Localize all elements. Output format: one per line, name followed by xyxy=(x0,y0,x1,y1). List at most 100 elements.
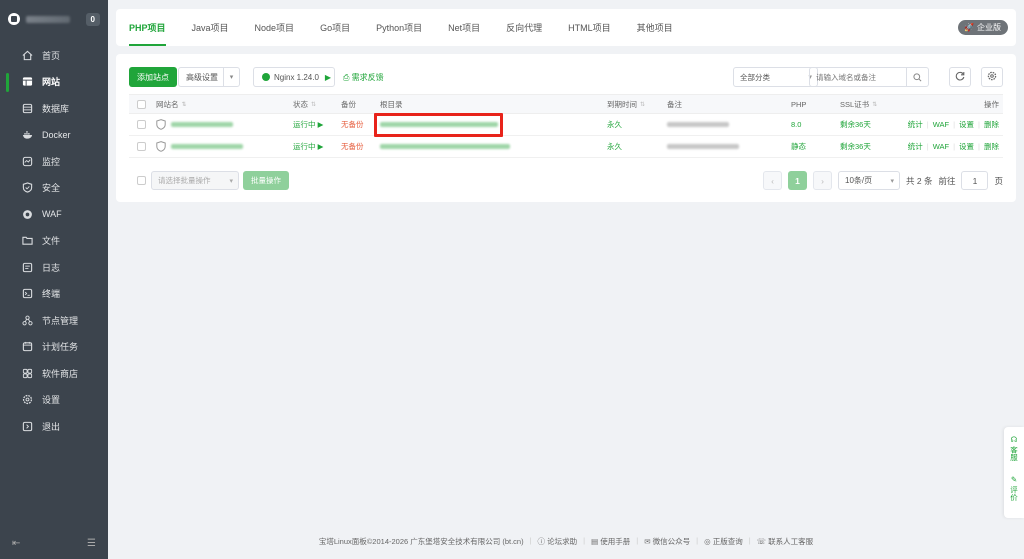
tab-php[interactable]: PHP项目 xyxy=(129,9,166,46)
sidebar-item-security[interactable]: 安全 xyxy=(0,175,108,202)
stats-link[interactable]: 统计 xyxy=(908,141,923,152)
tab-net[interactable]: Net项目 xyxy=(448,9,480,46)
category-select[interactable]: 全部分类 ▾ xyxy=(733,67,818,87)
select-all-checkbox[interactable] xyxy=(137,99,146,109)
site-name-blurred[interactable] xyxy=(171,144,243,149)
php-version-cell[interactable]: 8.0 xyxy=(791,114,801,135)
chevron-down-icon: ▾ xyxy=(890,177,895,185)
sidebar-item-logout[interactable]: 退出 xyxy=(0,413,108,440)
customer-service-button[interactable]: ☊ 客服 xyxy=(1010,435,1019,461)
add-site-button[interactable]: 添加站点 xyxy=(129,67,177,87)
notification-badge[interactable]: 0 xyxy=(85,12,100,26)
sidebar-header: 0 xyxy=(0,0,108,38)
settings-link[interactable]: 设置 xyxy=(959,119,974,130)
bt-logo-icon xyxy=(8,13,20,25)
batch-operation-select[interactable]: 请选择批量操作 ▾ xyxy=(151,171,239,190)
php-version-cell[interactable]: 静态 xyxy=(791,136,806,157)
tab-python[interactable]: Python项目 xyxy=(376,9,422,46)
waf-link[interactable]: WAF xyxy=(933,142,949,151)
current-page[interactable]: 1 xyxy=(788,171,808,190)
tab-node[interactable]: Node项目 xyxy=(255,9,295,46)
expire-cell[interactable]: 永久 xyxy=(607,114,622,135)
header-root: 根目录 xyxy=(380,99,403,109)
tab-reverse-proxy[interactable]: 反向代理 xyxy=(506,9,542,46)
expire-cell[interactable]: 永久 xyxy=(607,136,622,157)
license-check-link[interactable]: ◎ 正版查询 xyxy=(704,536,743,547)
advanced-settings-dropdown[interactable]: 高级设置 ▾ xyxy=(178,67,240,87)
prev-page-button[interactable]: ‹ xyxy=(763,171,783,190)
header-name[interactable]: 网站名 ⇅ xyxy=(156,95,187,113)
sidebar-item-waf[interactable]: WAF xyxy=(0,201,108,228)
sidebar-item-monitor[interactable]: 监控 xyxy=(0,148,108,175)
sidebar-item-cron[interactable]: 计划任务 xyxy=(0,334,108,361)
header-expire[interactable]: 到期时间 ⇅ xyxy=(607,95,645,113)
status-cell[interactable]: 运行中 ▶ xyxy=(293,114,323,135)
ops-cell: 统计 | WAF | 设置 | 删除 xyxy=(907,119,999,130)
sidebar-item-terminal[interactable]: 终端 xyxy=(0,281,108,308)
category-label: 全部分类 xyxy=(740,72,770,82)
site-name-cell[interactable] xyxy=(156,114,233,135)
tab-other[interactable]: 其他项目 xyxy=(637,9,673,46)
tab-java[interactable]: Java项目 xyxy=(192,9,229,46)
row-checkbox[interactable] xyxy=(137,120,146,129)
enterprise-badge[interactable]: 🚀 企业版 xyxy=(958,20,1008,35)
menu-list-icon[interactable]: ☰ xyxy=(87,538,96,549)
sidebar-item-store[interactable]: 软件商店 xyxy=(0,360,108,387)
header-ssl[interactable]: SSL证书 ⇅ xyxy=(840,95,877,113)
forum-link[interactable]: ⓘ 论坛求助 xyxy=(538,536,578,547)
header-status[interactable]: 状态 ⇅ xyxy=(293,95,316,113)
status-cell[interactable]: 运行中 ▶ xyxy=(293,136,323,157)
sidebar-item-label: 监控 xyxy=(42,156,61,167)
sidebar-item-website[interactable]: 网站 xyxy=(0,69,108,96)
nginx-version-button[interactable]: Nginx 1.24.0 ▶ xyxy=(253,67,335,87)
ssl-cell[interactable]: 剩余36天 xyxy=(840,136,871,157)
search-icon[interactable] xyxy=(906,68,928,86)
settings-link[interactable]: 设置 xyxy=(959,141,974,152)
site-name-cell[interactable] xyxy=(156,136,243,157)
wechat-link[interactable]: ✉ 微信公众号 xyxy=(644,536,690,547)
ssl-cell[interactable]: 剩余36天 xyxy=(840,114,871,135)
tab-html[interactable]: HTML项目 xyxy=(568,9,611,46)
contact-support-link[interactable]: ☏ 联系人工客服 xyxy=(757,536,813,547)
service-label: 客服 xyxy=(1009,446,1019,461)
feedback-link[interactable]: ⎙ 需求反馈 xyxy=(343,72,384,83)
page-size-select[interactable]: 10条/页 ▾ xyxy=(838,171,901,190)
goto-page-input[interactable]: 1 xyxy=(961,171,989,190)
remark-blurred[interactable] xyxy=(667,122,729,127)
root-dir-blurred[interactable] xyxy=(380,144,510,149)
backup-cell[interactable]: 无备份 xyxy=(341,114,364,135)
sidebar-item-settings[interactable]: 设置 xyxy=(0,387,108,414)
sidebar-item-files[interactable]: 文件 xyxy=(0,228,108,255)
sidebar-item-logs[interactable]: 日志 xyxy=(0,254,108,281)
review-button[interactable]: ✎ 评价 xyxy=(1010,475,1019,501)
next-page-button[interactable]: › xyxy=(813,171,833,190)
search-input[interactable] xyxy=(810,72,906,82)
select-all-footer-checkbox[interactable] xyxy=(137,176,146,185)
row-checkbox[interactable] xyxy=(137,142,146,151)
waf-link[interactable]: WAF xyxy=(933,120,949,129)
sidebar-item-home[interactable]: 首页 xyxy=(0,42,108,69)
site-name-blurred[interactable] xyxy=(171,122,233,127)
delete-link[interactable]: 删除 xyxy=(984,141,999,152)
sidebar-item-nodes[interactable]: 节点管理 xyxy=(0,307,108,334)
sidebar-item-docker[interactable]: Docker xyxy=(0,122,108,149)
delete-link[interactable]: 删除 xyxy=(984,119,999,130)
sidebar-item-database[interactable]: 数据库 xyxy=(0,95,108,122)
stats-link[interactable]: 统计 xyxy=(908,119,923,130)
remark-cell[interactable] xyxy=(667,136,739,157)
website-icon xyxy=(22,76,33,87)
manual-link[interactable]: ▤ 使用手册 xyxy=(591,536,630,547)
root-dir-cell[interactable] xyxy=(380,136,510,157)
project-tabs: PHP项目 Java项目 Node项目 Go项目 Python项目 Net项目 … xyxy=(116,9,1016,46)
home-icon xyxy=(22,50,33,61)
remark-cell[interactable] xyxy=(667,114,729,135)
refresh-button[interactable] xyxy=(949,67,971,87)
batch-operation-button[interactable]: 批量操作 xyxy=(243,171,289,190)
backup-cell[interactable]: 无备份 xyxy=(341,136,364,157)
tab-go[interactable]: Go项目 xyxy=(320,9,350,46)
site-table: 网站名 ⇅ 状态 ⇅ 备份 根目录 到期时间 ⇅ 备注 PHP SSL证书 ⇅ 操作 运… xyxy=(129,94,1003,158)
table-settings-button[interactable] xyxy=(981,67,1003,87)
table-row: 运行中 ▶ 无备份 永久 8.0 剩余36天 统计 | WAF | 设置 | 删除 xyxy=(129,114,1003,136)
collapse-left-icon[interactable]: ⇤ xyxy=(12,538,20,549)
remark-blurred[interactable] xyxy=(667,144,739,149)
